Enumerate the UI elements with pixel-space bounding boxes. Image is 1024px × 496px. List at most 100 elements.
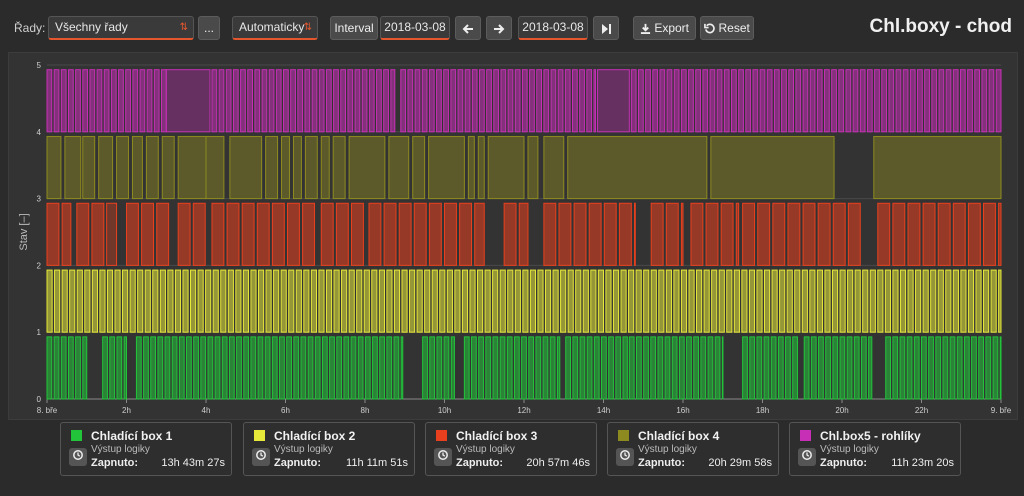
on-block [61,202,72,266]
on-block [102,336,108,400]
history-icon[interactable] [69,448,87,466]
on-block [290,69,296,133]
on-block [412,135,426,200]
on-block [46,135,62,200]
on-block [618,202,632,266]
on-block [564,69,571,133]
on-block [960,269,967,333]
on-block [401,269,408,333]
updown-icon: ⇅ [179,22,188,33]
on-block [271,202,285,266]
on-block [543,202,557,266]
legend-card[interactable]: Chladící box 1 Výstup logiky Zapnuto: 13h 4… [60,422,232,476]
on-block [557,69,564,133]
prev-button[interactable] [455,16,481,40]
on-block [803,336,810,400]
on-block [543,135,565,200]
on-block [659,69,666,133]
x-tick-label: 10h [438,406,451,415]
legend-card[interactable]: Chl.box5 - rohlíky Výstup logiky Zapnuto: 1… [789,422,961,476]
on-block [665,269,672,333]
legend-card[interactable]: Chladící box 4 Výstup logiky Zapnuto: 20h 2… [607,422,779,476]
export-button[interactable]: Export [633,16,696,40]
y-tick-label: 3 [37,195,42,204]
on-block [499,336,506,400]
on-block [522,269,529,333]
state-chart[interactable]: 0 1 2 3 4 5 8. bře 2h 4h 6h 8h 10h 12h 14h 16h 18h 20h 22… [9,53,1017,419]
mode-select-value: Automaticky [239,20,305,34]
on-block [543,69,550,133]
on-block [588,202,602,266]
on-block [645,69,651,133]
skip-end-button[interactable] [593,16,619,40]
y-tick-label: 5 [37,61,42,70]
on-block [847,202,861,266]
on-block [507,69,514,133]
on-block [777,336,784,400]
next-button[interactable] [486,16,512,40]
on-block [110,69,117,133]
chart-panel: 0 1 2 3 4 5 8. bře 2h 4h 6h 8h 10h 12h 14h 16h 18h 20h 22… [8,52,1018,420]
on-block [832,202,846,266]
on-block [952,269,959,333]
on-block [450,336,455,400]
series-select[interactable]: Všechny řady ⇅ [48,16,194,40]
on-block [975,269,982,333]
on-block [493,69,500,133]
on-block [931,69,938,133]
on-block [928,336,934,400]
on-block [549,336,556,400]
on-block [852,69,859,133]
on-block [484,269,491,333]
on-block [915,269,922,333]
legend-card[interactable]: Chladící box 3 Výstup logiky Zapnuto: 20h 5… [425,422,597,476]
on-block [817,202,831,266]
on-block [673,69,680,133]
on-block [637,69,644,133]
on-block [680,202,684,266]
on-block [529,69,535,133]
on-block [572,336,579,400]
legend-series-sub: Výstup logiky [456,444,515,455]
on-block [902,69,909,133]
x-tick-label: 22h [915,406,928,415]
on-block [579,69,585,133]
on-block [325,69,332,133]
more-button[interactable]: ... [198,16,220,40]
on-block [82,69,89,133]
history-icon[interactable] [252,448,270,466]
on-block [527,135,539,200]
on-block [597,69,630,133]
date-from-field[interactable]: 2018-03-08 [380,16,450,40]
legend-key: Zapnuto: [456,457,504,469]
on-block [82,135,96,200]
on-block [552,269,559,333]
on-block [967,202,981,266]
mode-select[interactable]: Automaticky ⇅ [232,16,318,40]
reset-button[interactable]: Reset [700,16,754,40]
on-block [779,269,786,333]
on-block [400,336,404,400]
interval-button[interactable]: Interval [330,16,378,40]
legend-key: Zapnuto: [820,457,868,469]
on-block [229,135,263,200]
on-block [573,202,587,266]
history-icon[interactable] [616,448,634,466]
series-chlad-c-box-4 [46,135,1002,200]
series-label: Řady: [14,21,46,35]
on-block [146,69,153,133]
history-icon[interactable] [798,448,816,466]
on-block [802,202,816,266]
history-icon[interactable] [434,448,452,466]
date-to-field[interactable]: 2018-03-08 [518,16,588,40]
on-block [601,336,607,400]
on-block [738,69,744,133]
on-block [967,69,973,133]
on-block [528,336,535,400]
on-block [723,69,730,133]
legend-card[interactable]: Chladící box 2 Výstup logiky Zapnuto: 11h 1… [243,422,415,476]
on-block [174,269,182,333]
on-block [177,202,191,266]
on-block [705,202,719,266]
on-block [91,269,98,333]
